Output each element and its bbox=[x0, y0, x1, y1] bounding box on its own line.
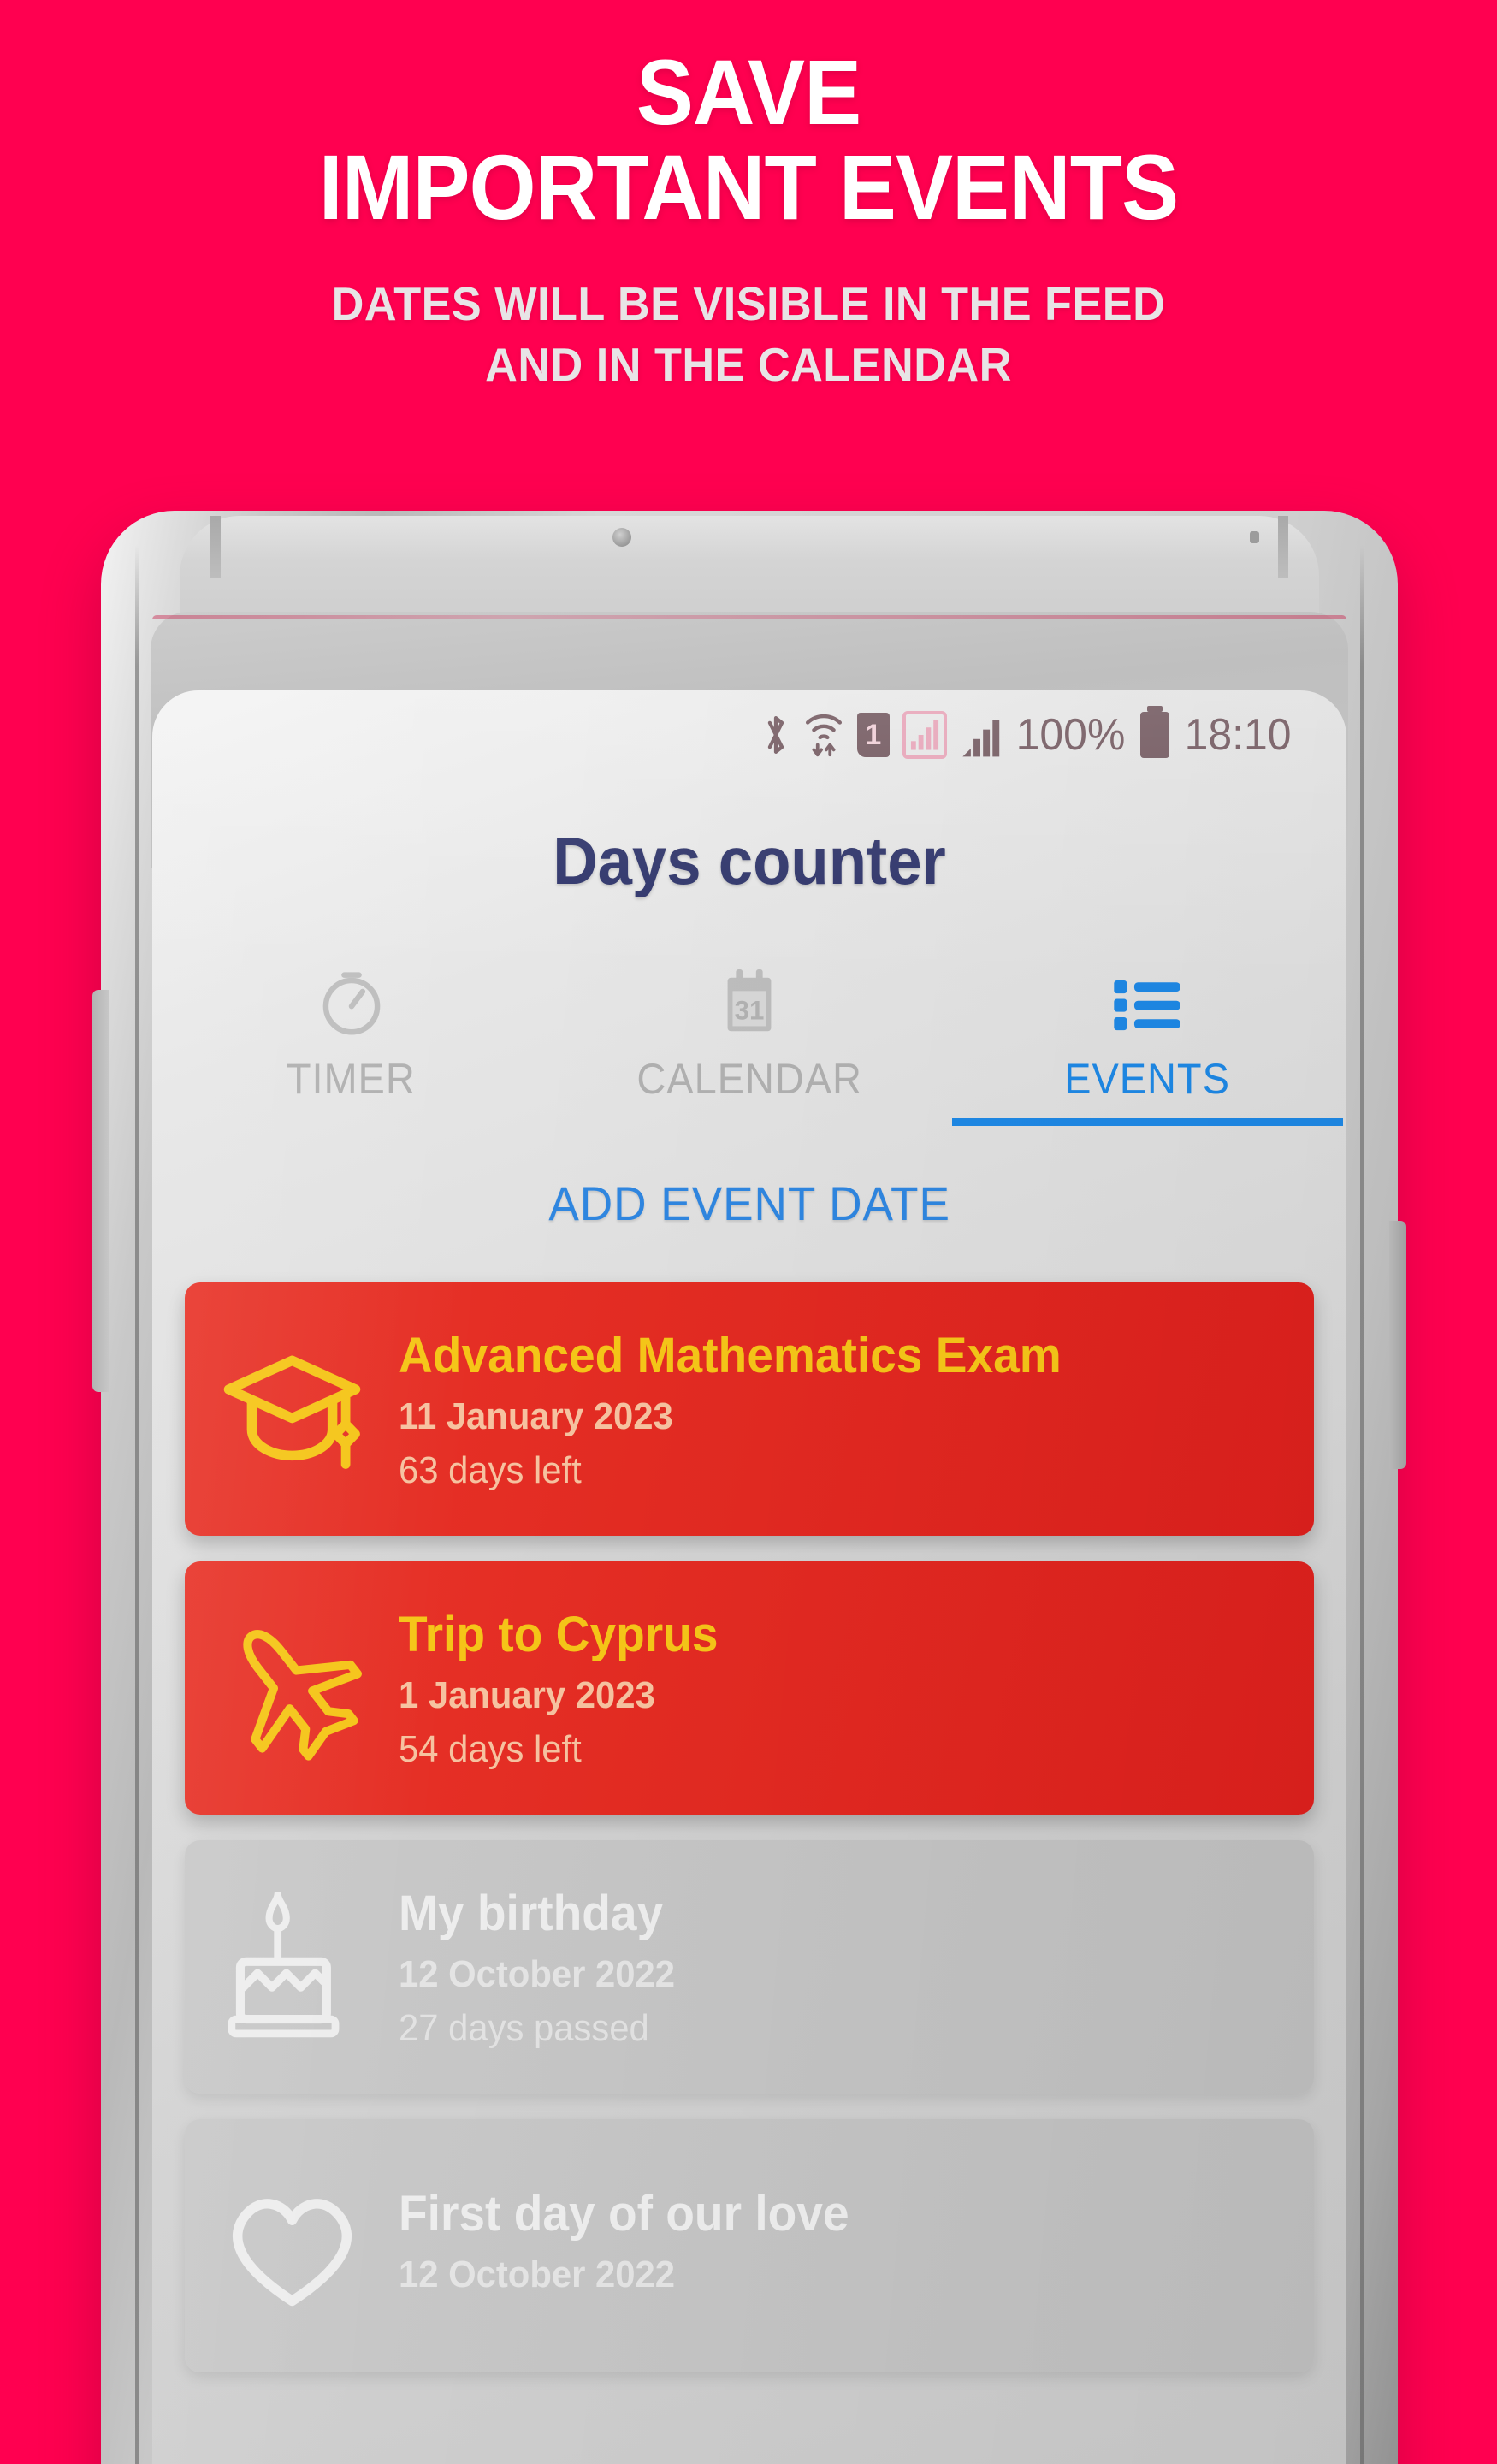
sim-slot-badge: 1 bbox=[856, 713, 890, 757]
proximity-sensor-icon bbox=[1250, 531, 1259, 543]
tab-timer-label: TIMER bbox=[287, 1054, 417, 1103]
list-icon bbox=[1110, 965, 1184, 1044]
event-card[interactable]: Advanced Mathematics Exam 11 January 202… bbox=[185, 1282, 1314, 1536]
event-title: First day of our love bbox=[399, 2185, 849, 2242]
promo-title-line2: IMPORTANT EVENTS bbox=[318, 135, 1179, 240]
event-date: 12 October 2022 bbox=[399, 1952, 675, 1995]
volume-button[interactable] bbox=[92, 990, 109, 1392]
phone-seam-left bbox=[135, 545, 139, 2464]
airplane-icon bbox=[185, 1614, 399, 1763]
event-list[interactable]: Advanced Mathematics Exam 11 January 202… bbox=[152, 1282, 1346, 2464]
event-card[interactable]: Trip to Cyprus 1 January 2023 54 days le… bbox=[185, 1561, 1314, 1815]
event-title: Advanced Mathematics Exam bbox=[399, 1327, 1062, 1383]
tab-events[interactable]: EVENTS bbox=[949, 942, 1346, 1126]
tab-bar: TIMER 31 CALENDAR EVENTS bbox=[152, 942, 1346, 1126]
tab-calendar[interactable]: 31 CALENDAR bbox=[550, 942, 948, 1126]
phone-mockup: 1 100% 18:10 Days counter TIMER 31 CALEN… bbox=[92, 511, 1406, 2464]
svg-text:31: 31 bbox=[735, 995, 765, 1025]
graduation-cap-icon bbox=[185, 1335, 399, 1484]
promo-subtitle-line2: AND IN THE CALENDAR bbox=[485, 337, 1012, 391]
tab-timer[interactable]: TIMER bbox=[152, 942, 550, 1126]
event-date: 11 January 2023 bbox=[399, 1395, 673, 1437]
signal-bars-icon bbox=[960, 712, 1001, 758]
battery-full-icon bbox=[1139, 706, 1169, 758]
event-date: 1 January 2023 bbox=[399, 1673, 655, 1716]
front-camera-icon bbox=[612, 528, 631, 547]
add-event-date-label: ADD EVENT DATE bbox=[548, 1176, 950, 1230]
event-title: My birthday bbox=[399, 1885, 664, 1941]
phone-top-bar bbox=[180, 516, 1319, 617]
signal-bars-pink-icon bbox=[902, 711, 947, 759]
status-bar: 1 100% 18:10 bbox=[152, 690, 1346, 779]
tab-events-label: EVENTS bbox=[1064, 1054, 1231, 1103]
event-countdown: 63 days left bbox=[399, 1448, 582, 1491]
event-card-body: Trip to Cyprus 1 January 2023 54 days le… bbox=[399, 1606, 1314, 1771]
battery-percent-label: 100% bbox=[1015, 710, 1126, 760]
event-card[interactable]: First day of our love 12 October 2022 bbox=[185, 2119, 1314, 2372]
event-date: 12 October 2022 bbox=[399, 2253, 675, 2295]
tab-calendar-label: CALENDAR bbox=[636, 1054, 862, 1103]
event-card[interactable]: My birthday 12 October 2022 27 days pass… bbox=[185, 1840, 1314, 2094]
wifi-icon bbox=[803, 710, 844, 760]
bezel-accent-line bbox=[152, 615, 1346, 619]
event-card-body: First day of our love 12 October 2022 bbox=[399, 2185, 1314, 2307]
promo-header: SAVE IMPORTANT EVENTS DATES WILL BE VISI… bbox=[0, 0, 1497, 394]
event-countdown: 54 days left bbox=[399, 1727, 582, 1770]
page-title: Days counter bbox=[553, 822, 946, 898]
power-button[interactable] bbox=[1389, 1221, 1406, 1469]
add-event-date-button[interactable]: ADD EVENT DATE bbox=[152, 1126, 1346, 1280]
status-clock: 18:10 bbox=[1184, 710, 1292, 760]
promo-title-line1: SAVE bbox=[636, 40, 861, 144]
tab-active-underline bbox=[951, 1118, 1343, 1126]
event-countdown: 27 days passed bbox=[399, 2006, 649, 2049]
phone-screen: 1 100% 18:10 Days counter TIMER 31 CALEN… bbox=[152, 690, 1346, 2464]
bluetooth-icon bbox=[761, 710, 790, 760]
timer-icon bbox=[315, 965, 388, 1044]
heart-icon bbox=[185, 2171, 399, 2321]
birthday-cake-icon bbox=[185, 1892, 399, 2042]
event-card-body: Advanced Mathematics Exam 11 January 202… bbox=[399, 1327, 1314, 1492]
event-card-body: My birthday 12 October 2022 27 days pass… bbox=[399, 1885, 1314, 2050]
promo-subtitle-line1: DATES WILL BE VISIBLE IN THE FEED bbox=[331, 277, 1166, 331]
event-title: Trip to Cyprus bbox=[399, 1606, 719, 1662]
calendar-31-icon: 31 bbox=[713, 965, 786, 1044]
phone-seam-right bbox=[1360, 545, 1364, 2464]
